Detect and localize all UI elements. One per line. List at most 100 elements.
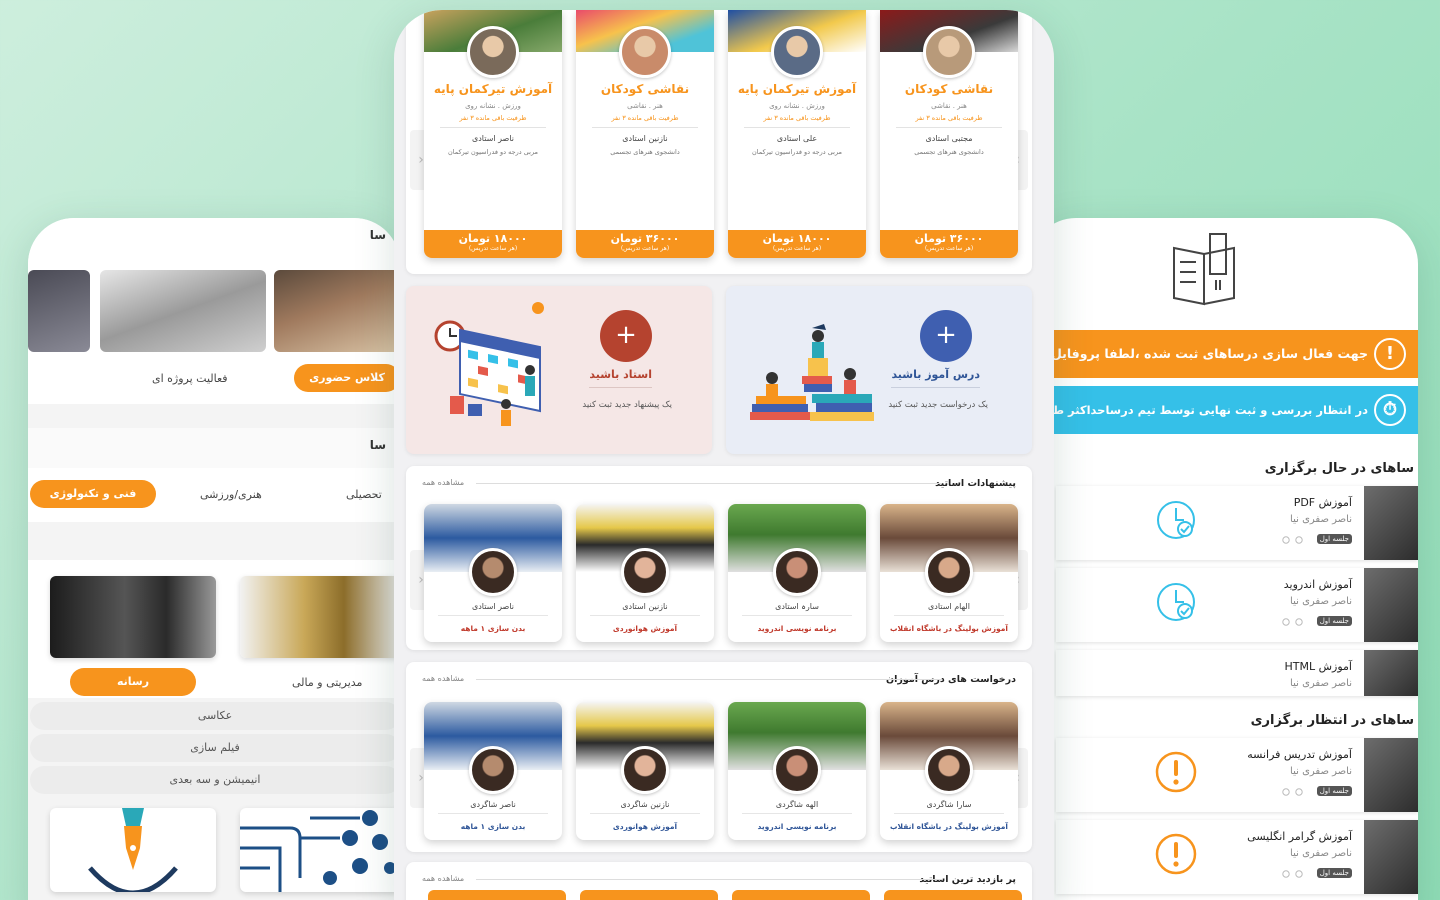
course-thumbnail (1364, 738, 1418, 812)
warning-icon (1154, 832, 1198, 876)
photo-camera-lens[interactable] (50, 576, 216, 658)
student-plus-button[interactable]: + (920, 310, 972, 362)
person-avatar (773, 746, 821, 794)
session-badge: جلسه اول (1316, 786, 1352, 796)
person-card[interactable]: سارا شاگردی آموزش بولینگ در باشگاه انقلا… (880, 702, 1018, 840)
cat-media[interactable]: رسانه (70, 668, 196, 696)
teacher-offers-title: پیشنهادات اساتید (935, 478, 1016, 489)
photo-coins[interactable] (240, 576, 400, 658)
person-name: سارہ استادی (742, 602, 852, 616)
photo-laptop[interactable] (100, 270, 266, 352)
tech-circuit-card[interactable] (240, 808, 400, 892)
clock-check-icon (1154, 580, 1198, 624)
course-row[interactable]: آموزش تدریس فرانسه ناصر صفری نیا جلسه او… (1056, 738, 1418, 812)
photo-team[interactable] (274, 270, 400, 352)
person-avatar (925, 548, 973, 596)
course-row[interactable]: آموزش HTML ناصر صفری نیا (1056, 650, 1418, 696)
teacher-offers-see-all[interactable]: مشاهده همه (422, 478, 464, 487)
clock-check-icon (1154, 498, 1198, 542)
cat-management[interactable]: مدیریتی و مالی (292, 676, 362, 689)
person-avatar (621, 548, 669, 596)
pen-nib-icon (88, 808, 178, 896)
course-thumbnail (1364, 486, 1418, 560)
right-header (1030, 218, 1418, 330)
course-card[interactable]: نقاشی کودکان هنر . نقاشی ظرفیت باقی ماند… (880, 10, 1018, 258)
sub-animation[interactable]: انیمیشن و سه بعدی (30, 766, 400, 794)
person-course: آموزش هوانوردی (612, 822, 678, 831)
person-name: ناصر شاگردی (438, 800, 548, 814)
teacher-promo-sub: یک پیشنهاد جدید ثبت کنید (582, 400, 672, 410)
person-course: برنامه نویسی اندروید (757, 624, 837, 633)
person-avatar (469, 548, 517, 596)
course-row-title: آموزش HTML (1284, 660, 1353, 673)
cat-tech[interactable]: فنی و تکنولوژی (30, 480, 156, 508)
person-avatar (773, 548, 821, 596)
top-teachers-see-all[interactable]: مشاهده همه (422, 874, 464, 883)
promo-student[interactable]: + درس آموز باشید یک درخواست جدید ثبت کنی… (726, 286, 1032, 454)
review-alert-text: در انتظار بررسی و ثبت نهایی توسط تیم درس… (1030, 403, 1368, 417)
person-avatar (925, 746, 973, 794)
course-card[interactable]: آموزش تیرکمان پایه ورزش . نشانه روی ظرفی… (424, 10, 562, 258)
course-price-unit: (هر ساعت تدریس) (620, 245, 670, 252)
person-avatar (469, 746, 517, 794)
circuit-icon (240, 810, 396, 892)
teacher-role: مربی درجه دو فدراسیون تیرکمان (751, 148, 843, 156)
person-card[interactable]: ناصر استادی بدن سازی ۱ ماهه (424, 504, 562, 642)
course-price-bar: ۳۶۰۰۰ تومان (هر ساعت تدریس) (576, 230, 714, 258)
top-teacher-card[interactable] (580, 890, 718, 900)
tab-project[interactable]: فعالیت پروژه ای (152, 372, 228, 385)
course-row-title: آموزش PDF (1293, 496, 1352, 509)
course-row[interactable]: آموزش گرامر انگلیسی ناصر صفری نیا جلسه ا… (1056, 820, 1418, 894)
course-row[interactable]: آموزش PDF ناصر صفری نیا جلسه اول (1056, 486, 1418, 560)
promo-teacher[interactable]: + استاد باشید یک پیشنهاد جدید ثبت کنید (406, 286, 712, 454)
person-name: ناصر استادی (438, 602, 548, 616)
session-badge: جلسه اول (1316, 534, 1352, 544)
course-card[interactable]: آموزش تیرکمان پایه ورزش . نشانه روی ظرفی… (728, 10, 866, 258)
person-card[interactable]: الهام استادی آموزش بولینگ در باشگاه انقل… (880, 504, 1018, 642)
student-requests-see-all[interactable]: مشاهده همه (422, 674, 464, 683)
person-card[interactable]: نازنین استادی آموزش هوانوردی (576, 504, 714, 642)
person-card[interactable]: نازنین شاگردی آموزش هوانوردی (576, 702, 714, 840)
teacher-name: علی استادی (776, 134, 818, 143)
course-card[interactable]: نقاشی کودکان هنر . نقاشی ظرفیت باقی ماند… (576, 10, 714, 258)
radio-dots[interactable] (1282, 870, 1306, 878)
radio-dots[interactable] (1282, 618, 1306, 626)
profile-alert[interactable]: ! جهت فعال سازی درساهای ثبت شده ،لطفا پر… (1030, 330, 1418, 378)
course-price-unit: (هر ساعت تدریس) (924, 245, 974, 252)
course-title: آموزش تیرکمان پایه (737, 82, 857, 96)
teacher-role: دانشجوی هنرهای تجسمی (610, 148, 680, 156)
person-course: آموزش هوانوردی (612, 624, 678, 633)
cat-art[interactable]: هنری/ورزشی (200, 488, 262, 501)
photo-meeting[interactable] (28, 270, 90, 352)
person-card[interactable]: ناصر شاگردی بدن سازی ۱ ماهه (424, 702, 562, 840)
top-teacher-card[interactable] (428, 890, 566, 900)
radio-dots[interactable] (1282, 536, 1306, 544)
course-price: ۳۶۰۰۰ تومان (914, 232, 984, 245)
course-price: ۱۸۰۰۰ تومان (762, 232, 832, 245)
top-teacher-card[interactable] (884, 890, 1022, 900)
bottom-cards (28, 808, 400, 900)
course-price-bar: ۱۸۰۰۰ تومان (هر ساعت تدریس) (728, 230, 866, 258)
course-row[interactable]: آموزش اندروید ناصر صفری نیا جلسه اول (1056, 568, 1418, 642)
course-price-bar: ۳۶۰۰۰ تومان (هر ساعت تدریس) (880, 230, 1018, 258)
exclamation-icon: ! (1374, 338, 1406, 370)
tab-in-person[interactable]: کلاس حضوری (294, 364, 400, 392)
radio-dots[interactable] (1282, 788, 1306, 796)
person-card[interactable]: الهه شاگردی برنامه نویسی اندروید (728, 702, 866, 840)
teacher-role: مربی درجه دو فدراسیون تیرکمان (447, 148, 539, 156)
sub-photography[interactable]: عکاسی (30, 702, 400, 730)
top-teacher-card[interactable] (732, 890, 870, 900)
course-category: ورزش . نشانه روی (465, 102, 521, 110)
sub-filmmaking[interactable]: فیلم سازی (30, 734, 400, 762)
teacher-plus-button[interactable]: + (600, 310, 652, 362)
person-course: آموزش بولینگ در باشگاه انقلاب (890, 624, 1008, 633)
person-name: نازنین استادی (590, 602, 700, 616)
course-title: نقاشی کودکان (904, 82, 994, 96)
student-promo-sub: یک درخواست جدید ثبت کنید (888, 400, 988, 410)
person-card[interactable]: سارہ استادی برنامه نویسی اندروید (728, 504, 866, 642)
cat-edu[interactable]: تحصیلی (346, 488, 382, 501)
top-teachers-section: پر بازدید ترین اساتید مشاهده همه (406, 862, 1032, 900)
person-name: سارا شاگردی (894, 800, 1004, 814)
pen-tool-card[interactable] (50, 808, 216, 896)
review-alert[interactable]: ⏱ در انتظار بررسی و ثبت نهایی توسط تیم د… (1030, 386, 1418, 434)
